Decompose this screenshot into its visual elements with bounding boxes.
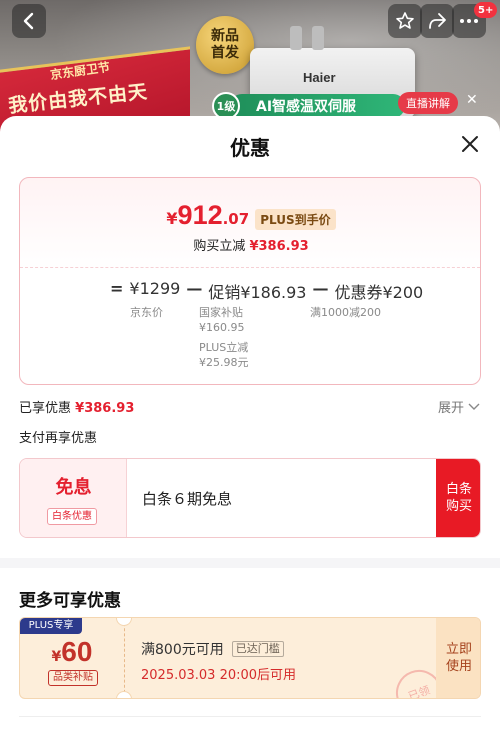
equals-sign: = [110,279,124,298]
coupon-amount-value: 60 [61,636,93,667]
threshold-reached-tag: 已达门槛 [231,641,284,657]
price-decimal: .07 [222,210,250,228]
chevron-left-icon [23,12,34,30]
coupon-notch [116,618,132,626]
plus-price-tag: PLUS到手价 [255,209,336,230]
use-coupon-line1: 立即 [445,642,472,657]
share-icon [429,13,446,29]
minus-sign: — [312,279,329,298]
coupon-notch [116,691,132,698]
live-stream-button[interactable]: 直播讲解 [398,92,458,114]
coupon-threshold: 满800元可用 [141,642,224,658]
national-subsidy: 国家补贴 ¥160.95 [199,305,245,335]
coupon-valid-time: 2025.03.03 20:00后可用 [141,668,297,683]
coupon-card[interactable]: PLUS专享 ¥60 品类补贴 满800元可用 已达门槛 2025.03.03 … [19,617,481,699]
back-button[interactable] [12,4,46,38]
instant-discount-label: 购买立减 [193,239,246,254]
enjoyed-discount: 已享优惠 ¥386.93 [19,397,134,416]
price-formula: = ¥1299 — 促销¥186.93 — 优惠券¥200 [110,279,423,303]
coupon-currency: ¥ [51,649,62,665]
section-separator [0,558,500,568]
instant-discount-value: ¥386.93 [249,239,309,254]
discount-sheet: 优惠 ¥ 912 .07 PLUS到手价 购买立减 ¥386.93 = ¥129… [0,116,500,735]
close-button[interactable] [458,132,482,156]
close-icon [462,136,478,152]
feature-text: AI智感温双伺服 [256,99,357,115]
coupon-perforation [124,618,125,698]
plus-discount-label: PLUS立减 [199,341,249,354]
expand-button[interactable]: 展开 [438,397,480,416]
bottom-divider [19,716,481,717]
baitiao-tag: 白条优惠 [47,508,97,525]
badge-line-2: 首发 [211,45,239,61]
feature-banner: AI智感温双伺服 [230,94,405,118]
coupon-value: ¥60 [20,636,124,668]
brand-logo: Haier [303,70,336,85]
price-breakdown-card: ¥ 912 .07 PLUS到手价 购买立减 ¥386.93 = ¥1299 —… [19,177,481,385]
base-price: ¥1299 [129,279,181,298]
baitiao-offer-card[interactable]: 免息 白条优惠 白条６期免息 白条 购买 [19,458,481,538]
baitiao-offer-badge: 免息 白条优惠 [20,459,127,537]
instant-discount: 购买立减 ¥386.93 [20,235,482,254]
sheet-title: 优惠 [230,136,270,160]
more-offers-title: 更多可享优惠 [19,591,121,611]
pipe-icon [312,26,324,50]
baitiao-description: 白条６期免息 [142,490,233,508]
baitiao-buy-line1: 白条 [445,482,472,497]
payment-offers-title: 支付再享优惠 [19,431,98,446]
message-count-badge: 5+ [474,2,498,18]
national-subsidy-value: ¥160.95 [199,321,245,334]
coupon-category-tag: 品类补贴 [48,670,98,686]
dashed-divider [20,267,480,268]
live-close-icon[interactable]: ✕ [466,92,478,108]
new-launch-badge: 新品 首发 [196,16,254,74]
badge-line-1: 新品 [211,28,239,44]
interest-free-label: 免息 [55,477,92,498]
star-icon [396,12,414,29]
final-price: ¥ 912 .07 PLUS到手价 [20,200,482,231]
minus-sign: — [186,279,203,298]
promo-amount: 促销¥186.93 [208,283,307,302]
baitiao-buy-button[interactable]: 白条 购买 [436,459,480,537]
plus-discount-value: ¥25.98元 [199,356,249,369]
use-coupon-line2: 使用 [445,659,472,674]
use-coupon-button[interactable]: 立即 使用 [436,618,480,698]
share-button[interactable] [420,4,454,38]
expand-label: 展开 [438,401,465,416]
more-dots-icon [460,19,478,23]
baitiao-buy-line2: 购买 [445,499,472,514]
plus-exclusive-ribbon: PLUS专享 [20,618,82,634]
national-subsidy-label: 国家补贴 [199,306,243,319]
plus-discount: PLUS立减 ¥25.98元 [199,340,249,370]
favorite-button[interactable] [388,4,422,38]
pipe-icon [290,26,302,50]
coupon-condition: 满800元可用 已达门槛 [141,639,284,659]
price-integer: 912 [177,200,223,230]
base-price-label: 京东价 [130,306,163,319]
coupon-amount: 优惠券¥200 [334,283,424,302]
price-currency: ¥ [166,209,178,228]
enjoyed-discount-value: ¥386.93 [75,401,135,416]
coupon-rule: 满1000减200 [310,306,381,319]
enjoyed-discount-label: 已享优惠 [19,401,72,416]
chevron-down-icon [468,403,480,410]
